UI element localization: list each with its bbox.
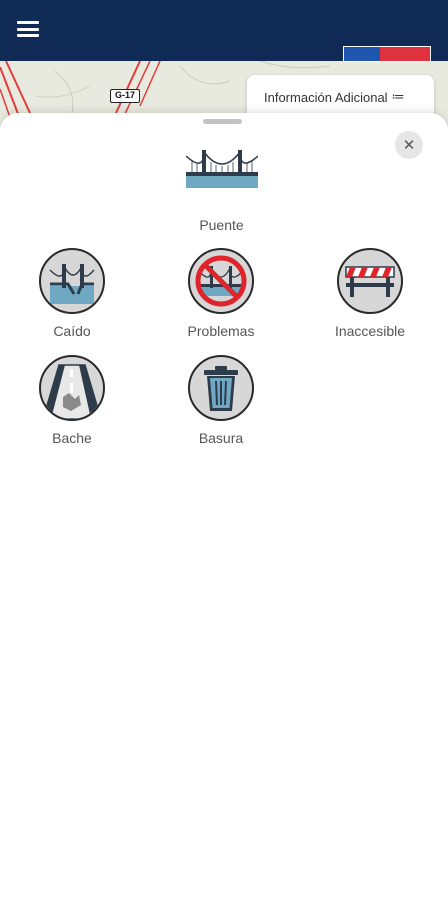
option-caido[interactable]: Caído [12,248,132,339]
option-label: Basura [198,430,244,446]
chile-flag-stripe [343,46,431,62]
option-inaccesible[interactable]: Inaccesible [310,248,430,339]
option-problemas[interactable]: Problemas [161,248,281,339]
option-label: Problemas [187,323,255,339]
close-icon: ✕ [402,137,416,154]
option-basura[interactable]: Basura [161,355,281,446]
selected-category-label: Puente [199,217,244,233]
road-label: G-17 [110,89,141,103]
barrier-icon [337,248,403,314]
list-icon: ≔ [391,89,405,104]
report-bottom-sheet: ✕ Puente Caído Problemas Inaccesible Bac… [0,113,448,900]
trash-can-icon [188,355,254,421]
pothole-road-icon [39,355,105,421]
option-label: Inaccesible [334,323,406,339]
prohibited-bridge-icon [188,248,254,314]
fallen-bridge-icon [39,248,105,314]
hamburger-menu-icon[interactable] [17,19,39,39]
drag-handle[interactable] [203,119,242,124]
option-label: Caído [53,323,91,339]
option-label: Bache [52,430,92,446]
option-bache[interactable]: Bache [12,355,132,446]
close-button[interactable]: ✕ [395,131,423,159]
additional-info-label: Información Adicional [264,89,388,105]
bridge-icon [185,146,259,188]
